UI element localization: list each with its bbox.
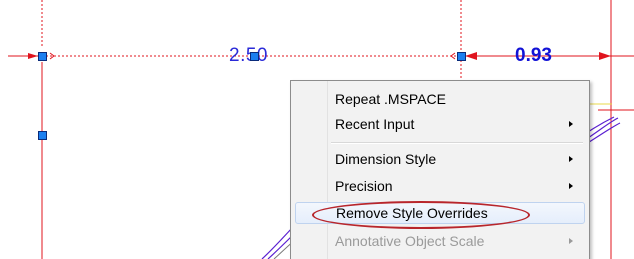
menu-item-label: Dimension Style bbox=[335, 151, 437, 167]
menu-item-label: Precision bbox=[335, 178, 393, 194]
menu-item-dimension-style[interactable]: Dimension Style bbox=[295, 148, 585, 170]
submenu-arrow-icon bbox=[569, 183, 573, 189]
menu-item-label: Repeat .MSPACE bbox=[335, 91, 447, 107]
submenu-arrow-icon bbox=[569, 156, 573, 162]
menu-item-label: Recent Input bbox=[335, 116, 415, 132]
menu-separator bbox=[331, 142, 583, 144]
grip-top-left[interactable] bbox=[38, 52, 47, 61]
menu-item-label: Annotative Object Scale bbox=[335, 233, 485, 249]
curve-top-right-3 bbox=[587, 116, 615, 133]
arrowhead-right-end bbox=[599, 52, 611, 60]
grip-top-right[interactable] bbox=[457, 52, 466, 61]
grip-left-lower[interactable] bbox=[38, 131, 47, 140]
drawing-canvas[interactable]: 2.50 0.93 Repeat .MSPACE Recent Input Di… bbox=[0, 0, 634, 259]
dimension-text-left[interactable]: 2.50 bbox=[229, 46, 268, 65]
menu-item-recent-input[interactable]: Recent Input bbox=[295, 113, 585, 135]
arrowhead-left-lead bbox=[28, 53, 38, 59]
context-menu[interactable]: Repeat .MSPACE Recent Input Dimension St… bbox=[290, 80, 590, 259]
menu-item-precision[interactable]: Precision bbox=[295, 175, 585, 197]
dimension-text-right[interactable]: 0.93 bbox=[515, 46, 552, 65]
grip-text-middle[interactable] bbox=[250, 52, 259, 61]
submenu-arrow-icon bbox=[569, 238, 573, 244]
curve-top-right-2 bbox=[585, 122, 621, 145]
highlight-callout-ellipse bbox=[312, 201, 530, 229]
arrowhead-right-start bbox=[465, 52, 477, 60]
submenu-arrow-icon bbox=[569, 121, 573, 127]
menu-item-annotative-object-scale: Annotative Object Scale bbox=[295, 230, 585, 252]
menu-item-repeat-mspace[interactable]: Repeat .MSPACE bbox=[295, 88, 585, 110]
